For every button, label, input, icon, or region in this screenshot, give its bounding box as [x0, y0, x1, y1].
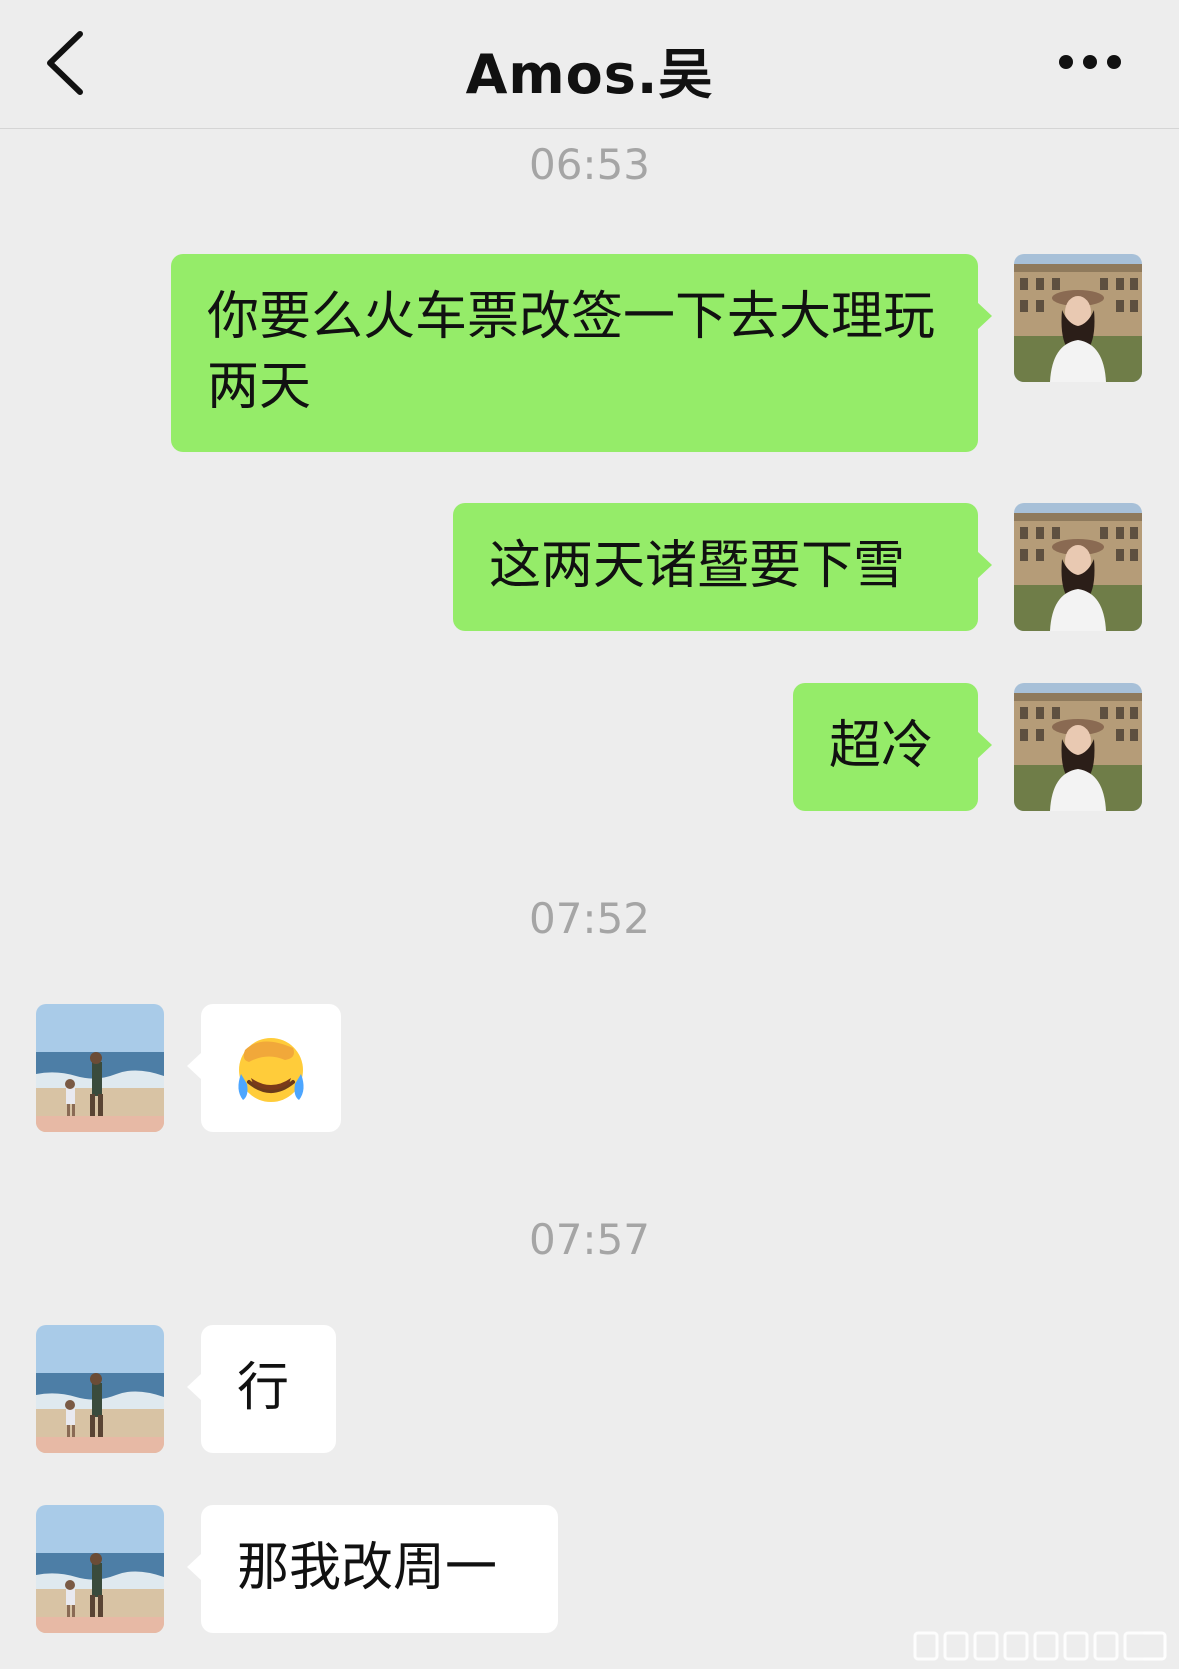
contact-avatar[interactable]	[36, 1325, 164, 1453]
timestamp: 06:53	[528, 140, 651, 189]
avatar-beach-image	[36, 1325, 164, 1453]
avatar-beach-image	[36, 1505, 164, 1633]
contact-avatar[interactable]	[36, 1505, 164, 1633]
face-with-hand-over-eyes-crying-emoji-icon	[238, 1038, 304, 1102]
message-bubble-sent[interactable]: 你要么火车票改签一下去大理玩两天	[171, 254, 992, 452]
my-avatar[interactable]	[1014, 503, 1142, 631]
chat-title: Amos.吴	[465, 43, 714, 106]
message-bubble-received[interactable]	[187, 1004, 341, 1132]
my-avatar[interactable]	[1014, 683, 1142, 811]
contact-avatar[interactable]	[36, 1004, 164, 1132]
chat-header: Amos.吴	[0, 0, 1179, 129]
avatar-woman-castle-image	[1014, 254, 1142, 382]
watermark-logo	[913, 1631, 1167, 1661]
timestamp: 07:57	[528, 1215, 651, 1264]
avatar-beach-image	[36, 1004, 164, 1132]
avatar-woman-castle-image	[1014, 683, 1142, 811]
message-bubble-received[interactable]: 那我改周一	[187, 1505, 558, 1633]
my-avatar[interactable]	[1014, 254, 1142, 382]
ellipsis-icon	[1059, 55, 1121, 69]
message-bubble-received[interactable]: 行	[187, 1325, 336, 1453]
message-bubble-sent[interactable]: 这两天诸暨要下雪	[453, 503, 992, 631]
avatar-woman-castle-image	[1014, 503, 1142, 631]
more-button[interactable]	[1057, 52, 1123, 72]
timestamp: 07:52	[528, 894, 651, 943]
message-bubble-sent[interactable]: 超冷	[793, 683, 992, 811]
